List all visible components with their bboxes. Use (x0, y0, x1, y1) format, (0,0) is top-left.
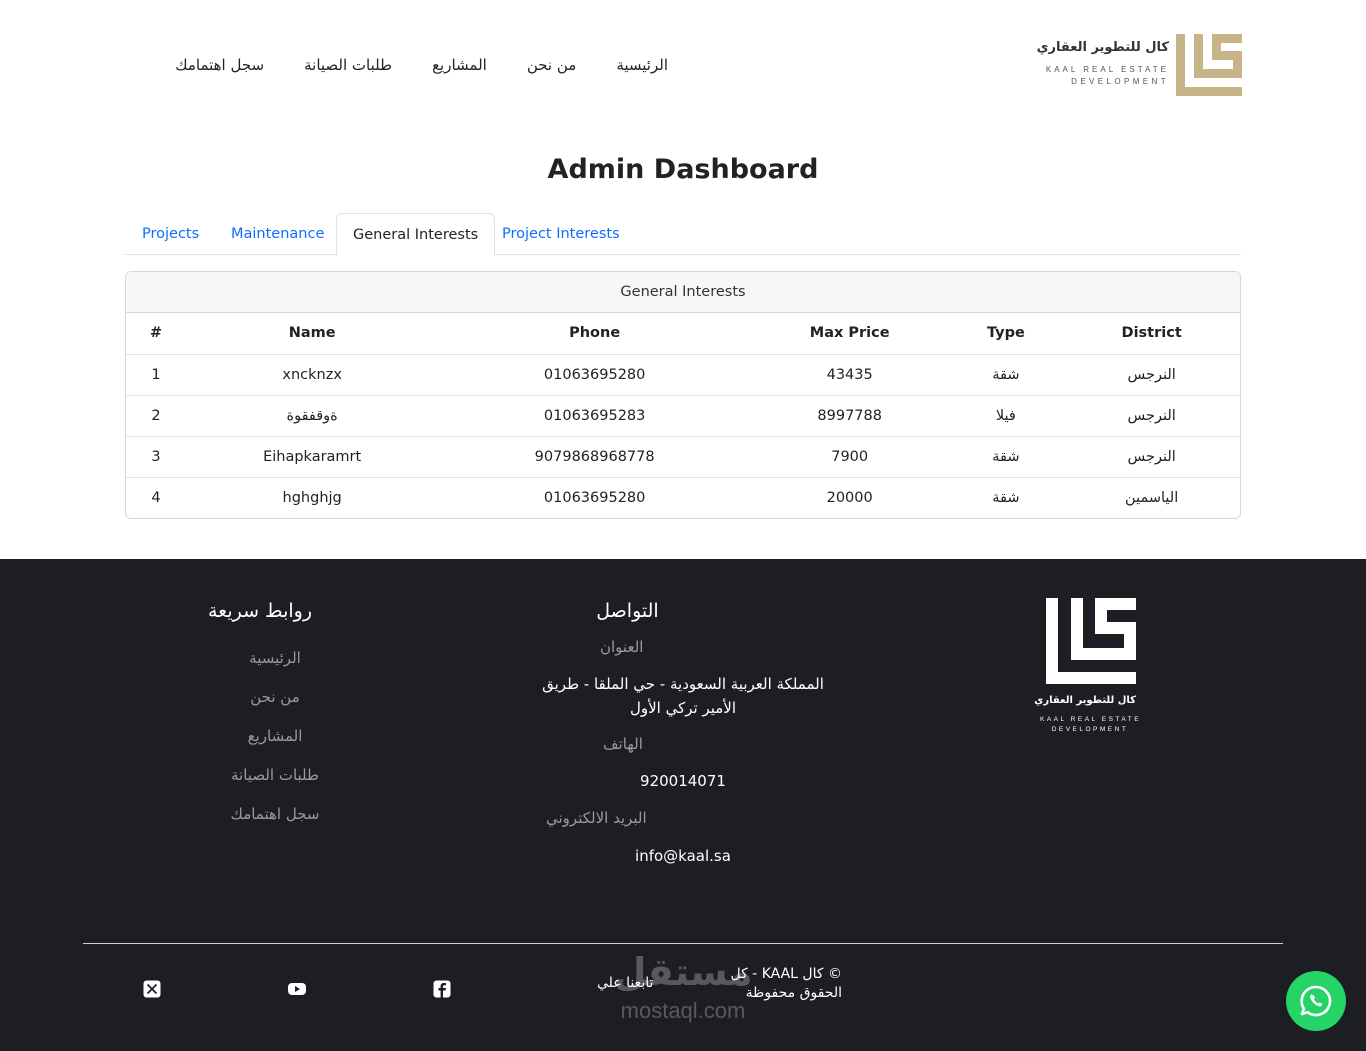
table-row: 2 ةوقفقوة 01063695283 8997788 فيلا النرج… (126, 395, 1240, 437)
kaal-logo-mark-icon (1176, 34, 1242, 96)
logo-text: كال للتطوير العقاري KAAL REAL ESTATE DEV… (1037, 40, 1169, 86)
site-header: كال للتطوير العقاري KAAL REAL ESTATE DEV… (0, 0, 1366, 130)
column-header-type: Type (948, 313, 1064, 355)
phone-value[interactable]: 920014071 (630, 772, 736, 790)
cell-phone: 01063695283 (438, 395, 751, 437)
cell-number: 4 (151, 489, 161, 506)
page-title: Admin Dashboard (547, 154, 819, 185)
card-title: General Interests (126, 272, 1240, 313)
footer-logo-mark-icon (1046, 598, 1136, 684)
table-row: 1 xncknzx 01063695280 43435 شقة النرجس (126, 354, 1240, 396)
footer-logo-name-en-line2: DEVELOPMENT (1051, 726, 1129, 733)
footer-link-maintenance[interactable]: طلبات الصيانة (195, 766, 355, 784)
column-header-name: Name (185, 313, 439, 355)
footer-logo-name-ar: كال للتطوير العقاري (1034, 695, 1136, 706)
table-row: 3 Eihapkaramrt 9079868968778 7900 شقة ال… (126, 436, 1240, 478)
general-interests-card: General Interests # Name Phone Max Price… (125, 271, 1241, 519)
tab-projects[interactable]: Projects (126, 213, 215, 255)
site-footer: كال للتطوير العقاري KAAL REAL ESTATE DEV… (0, 559, 1366, 1051)
general-interests-table: # Name Phone Max Price Type District 1 x… (126, 313, 1240, 518)
address-label: العنوان (600, 638, 644, 656)
column-header-max-price: Max Price (750, 313, 949, 355)
contact-title: التواصل (596, 600, 659, 622)
footer-link-register-interest[interactable]: سجل اهتمامك (195, 805, 355, 823)
tab-maintenance[interactable]: Maintenance (215, 213, 340, 255)
logo-name-ar: كال للتطوير العقاري (1036, 40, 1169, 55)
whatsapp-button[interactable] (1286, 971, 1346, 1031)
cell-name: xncknzx (185, 354, 439, 396)
tab-project-interests[interactable]: Project Interests (486, 213, 636, 255)
table-header-row: # Name Phone Max Price Type District (126, 313, 1240, 355)
cell-district: النرجس (1063, 436, 1240, 478)
cell-district: النرجس (1063, 395, 1240, 437)
footer-link-home[interactable]: الرئيسية (195, 649, 355, 667)
cell-number: 1 (126, 354, 186, 396)
footer-link-about[interactable]: من نحن (195, 688, 355, 706)
nav-about[interactable]: من نحن (527, 56, 577, 74)
cell-phone: 9079868968778 (438, 436, 751, 478)
cell-type: شقة (992, 489, 1020, 506)
cell-type: شقة (948, 436, 1064, 478)
cell-name: Eihapkaramrt (185, 436, 439, 478)
address-value: المملكة العربية السعودية - حي الملقا - ط… (542, 675, 824, 717)
whatsapp-icon (1300, 985, 1332, 1017)
nav-maintenance-requests[interactable]: طلبات الصيانة (304, 56, 392, 74)
email-value[interactable]: info@kaal.sa (626, 847, 740, 865)
cell-name: hghghjg (282, 489, 342, 506)
nav-projects[interactable]: المشاريع (432, 56, 487, 74)
brand-logo[interactable]: كال للتطوير العقاري KAAL REAL ESTATE DEV… (1037, 34, 1244, 98)
follow-us-label: تابعنا علي (597, 975, 654, 991)
tab-general-interests[interactable]: General Interests (336, 213, 496, 256)
quick-links-title: روابط سريعة (207, 600, 313, 622)
footer-logo-name-en-line1: KAAL REAL ESTATE (1040, 716, 1142, 723)
cell-district: النرجس (1063, 354, 1240, 396)
main-nav: الرئيسية من نحن المشاريع طلبات الصيانة س… (175, 56, 668, 74)
cell-district: الياسمين (1125, 489, 1179, 506)
phone-label: الهاتف (603, 735, 643, 753)
cell-name: ةوقفقوة (185, 395, 439, 437)
cell-max-price: 7900 (750, 436, 949, 478)
copyright-text: © كال KAAL - كل الحقوق محفوظة (730, 966, 842, 1001)
nav-register-interest[interactable]: سجل اهتمامك (175, 56, 264, 74)
cell-max-price: 20000 (826, 489, 873, 506)
email-label: البريد الالكتروني (546, 809, 647, 827)
column-header-district: District (1063, 313, 1240, 355)
cell-number: 2 (126, 395, 186, 437)
cell-phone: 01063695280 (543, 489, 646, 506)
logo-name-en-line1: KAAL REAL ESTATE (1045, 65, 1169, 74)
column-header-phone: Phone (438, 313, 751, 355)
facebook-icon[interactable] (433, 980, 451, 998)
youtube-icon[interactable] (288, 980, 306, 998)
cell-type: فيلا (948, 395, 1064, 437)
cell-number: 3 (126, 436, 186, 478)
x-icon[interactable] (143, 980, 161, 998)
footer-divider (83, 943, 1283, 944)
nav-home[interactable]: الرئيسية (616, 56, 668, 74)
cell-max-price: 8997788 (750, 395, 949, 437)
cell-type: شقة (948, 354, 1064, 396)
cell-phone: 01063695280 (438, 354, 751, 396)
cell-max-price: 43435 (750, 354, 949, 396)
table-row: 4 hghghjg 01063695280 20000 شقة الياسمين (126, 477, 1240, 518)
dashboard-tabs: Projects Maintenance General Interests P… (125, 213, 1241, 256)
logo-name-en-line2: DEVELOPMENT (1071, 77, 1169, 86)
footer-link-projects[interactable]: المشاريع (195, 727, 355, 745)
column-header-number: # (126, 313, 186, 355)
